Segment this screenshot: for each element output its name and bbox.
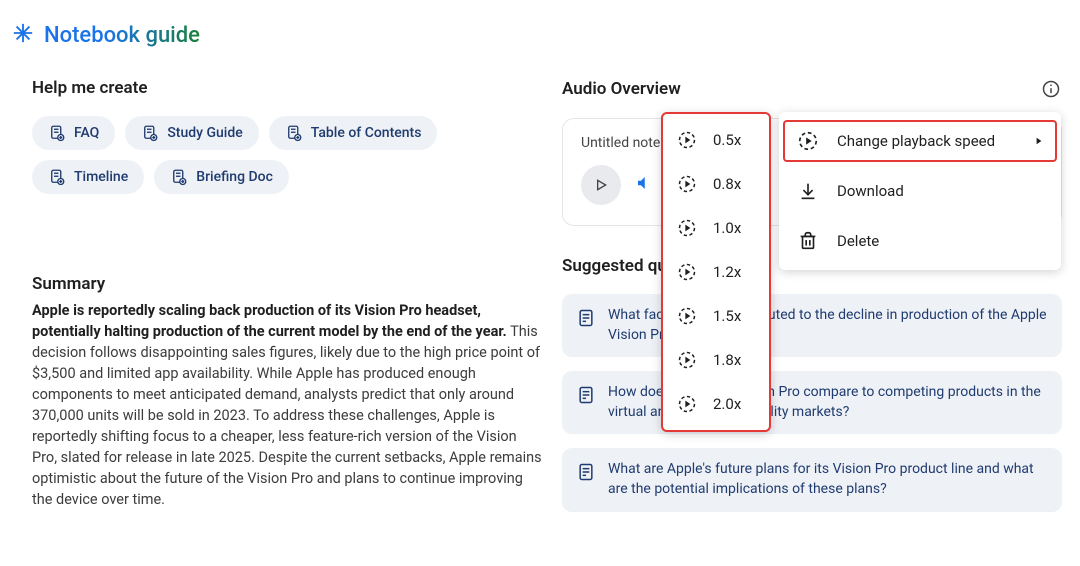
summary-body: Apple is reportedly scaling back product… bbox=[32, 300, 542, 510]
speed-option-1-8x[interactable]: 1.8x bbox=[663, 338, 769, 382]
info-icon[interactable] bbox=[1040, 78, 1062, 100]
speed-icon bbox=[677, 394, 697, 414]
audio-action-menu: Change playback speed Download Delete bbox=[779, 112, 1061, 270]
doc-question-icon bbox=[576, 462, 596, 486]
doc-add-icon bbox=[48, 168, 66, 186]
speed-icon bbox=[797, 130, 819, 152]
menu-delete[interactable]: Delete bbox=[779, 216, 1061, 266]
doc-question-icon bbox=[576, 385, 596, 409]
speed-label: 1.8x bbox=[713, 351, 741, 369]
doc-add-icon bbox=[285, 124, 303, 142]
play-icon bbox=[593, 177, 609, 193]
speed-label: 1.0x bbox=[713, 219, 741, 237]
pill-table-of-contents[interactable]: Table of Contents bbox=[269, 116, 438, 150]
suggested-question[interactable]: How does the Apple Vision Pro compare to… bbox=[562, 371, 1062, 434]
speed-option-1-5x[interactable]: 1.5x bbox=[663, 294, 769, 338]
speed-icon bbox=[677, 350, 697, 370]
pill-timeline[interactable]: Timeline bbox=[32, 160, 144, 194]
playback-speed-menu: 0.5x 0.8x 1.0x 1.2x 1.5x 1.8x 2.0x bbox=[661, 112, 771, 432]
help-create-header: Help me create bbox=[32, 78, 542, 98]
pill-study-guide[interactable]: Study Guide bbox=[125, 116, 258, 150]
doc-question-icon bbox=[576, 308, 596, 332]
trash-icon bbox=[797, 230, 819, 252]
speed-icon bbox=[677, 262, 697, 282]
speed-icon bbox=[677, 218, 697, 238]
pill-faq[interactable]: FAQ bbox=[32, 116, 115, 150]
summary-header: Summary bbox=[32, 274, 542, 294]
help-create-pills: FAQ Study Guide Table of Contents Timeli… bbox=[32, 116, 542, 194]
volume-icon[interactable] bbox=[635, 174, 653, 196]
doc-add-icon bbox=[48, 124, 66, 142]
pill-label: Timeline bbox=[74, 169, 128, 185]
speed-option-2-0x[interactable]: 2.0x bbox=[663, 382, 769, 426]
doc-add-icon bbox=[141, 124, 159, 142]
download-icon bbox=[797, 180, 819, 202]
speed-icon bbox=[677, 130, 697, 150]
menu-label: Delete bbox=[837, 232, 1043, 251]
suggested-question-text: What are Apple's future plans for its Vi… bbox=[608, 460, 1048, 499]
speed-icon bbox=[677, 306, 697, 326]
menu-label: Download bbox=[837, 182, 1043, 201]
menu-change-playback-speed[interactable]: Change playback speed bbox=[779, 116, 1061, 166]
speed-option-1-2x[interactable]: 1.2x bbox=[663, 250, 769, 294]
play-button[interactable] bbox=[581, 165, 621, 205]
speed-icon bbox=[677, 174, 697, 194]
speed-option-1-0x[interactable]: 1.0x bbox=[663, 206, 769, 250]
summary-rest: This decision follows disappointing sale… bbox=[32, 323, 542, 508]
page-title: Notebook guide bbox=[44, 23, 200, 48]
speed-label: 1.2x bbox=[713, 263, 741, 281]
spark-icon bbox=[12, 22, 34, 48]
suggested-question[interactable]: What factors have contributed to the dec… bbox=[562, 294, 1062, 357]
pill-label: Table of Contents bbox=[311, 125, 422, 141]
speed-label: 0.5x bbox=[713, 131, 741, 149]
pill-briefing-doc[interactable]: Briefing Doc bbox=[154, 160, 289, 194]
audio-overview-header: Audio Overview bbox=[562, 79, 681, 99]
chevron-right-icon bbox=[1035, 137, 1043, 145]
menu-download[interactable]: Download bbox=[779, 166, 1061, 216]
pill-label: FAQ bbox=[74, 125, 99, 141]
suggested-question[interactable]: What are Apple's future plans for its Vi… bbox=[562, 448, 1062, 511]
summary-lead: Apple is reportedly scaling back product… bbox=[32, 302, 507, 340]
speed-option-0-5x[interactable]: 0.5x bbox=[663, 118, 769, 162]
pill-label: Study Guide bbox=[167, 125, 242, 141]
speed-option-0-8x[interactable]: 0.8x bbox=[663, 162, 769, 206]
speed-label: 2.0x bbox=[713, 395, 741, 413]
speed-label: 0.8x bbox=[713, 175, 741, 193]
doc-add-icon bbox=[170, 168, 188, 186]
speed-label: 1.5x bbox=[713, 307, 741, 325]
menu-label: Change playback speed bbox=[837, 132, 1017, 151]
pill-label: Briefing Doc bbox=[196, 169, 273, 185]
